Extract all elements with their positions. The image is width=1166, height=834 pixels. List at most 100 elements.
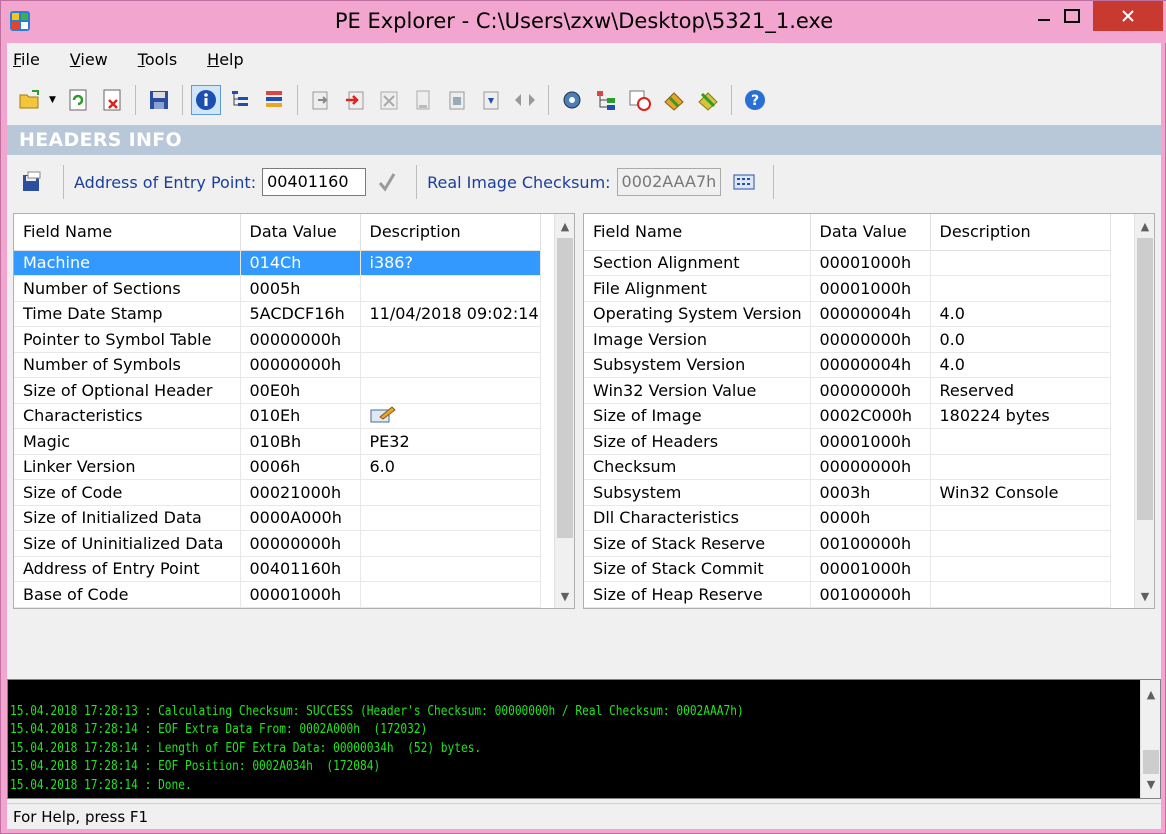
column-header-data-value[interactable]: Data Value — [240, 214, 361, 251]
description-cell[interactable] — [360, 403, 541, 429]
table-row[interactable]: Pointer to Symbol Table 00000000h — [14, 326, 541, 353]
table-row[interactable]: Magic 010Bh PE32 — [14, 428, 541, 455]
calculate-checksum-button[interactable] — [729, 167, 759, 197]
exports-button[interactable] — [306, 85, 336, 115]
table-row[interactable]: Size of Stack Reserve 00100000h — [584, 530, 1111, 557]
disassembler-button[interactable] — [476, 85, 506, 115]
table-row[interactable]: Size of Initialized Data 0000A000h — [14, 505, 541, 531]
table-row[interactable]: Machine 014Ch i386? — [14, 250, 541, 276]
dependency-icon — [449, 91, 465, 110]
toolbar-separator — [548, 85, 549, 115]
table-row[interactable]: Image Version 00000000h 0.0 — [584, 326, 1111, 353]
data-value-cell: 00000000h — [240, 352, 361, 378]
table-row[interactable]: Subsystem Version 00000004h 4.0 — [584, 352, 1111, 378]
log-panel[interactable]: 15.04.2018 17:28:13 : Calculating Checks… — [7, 679, 1161, 799]
save-button[interactable] — [144, 85, 174, 115]
entry-point-input[interactable]: 00401160 — [262, 168, 367, 196]
reload-button[interactable] — [63, 85, 93, 115]
time-date-button[interactable] — [625, 85, 655, 115]
table-row[interactable]: Dll Characteristics 0000h — [584, 505, 1111, 531]
file-header-grid[interactable]: Field Name Data Value Description Machin… — [13, 213, 575, 609]
table-row[interactable]: Number of Symbols 00000000h — [14, 352, 541, 378]
debug-button[interactable] — [408, 85, 438, 115]
scroll-down-icon[interactable]: ▼ — [1135, 586, 1154, 606]
data-value-cell: 00021000h — [240, 479, 361, 506]
menu-help[interactable]: Help — [207, 50, 243, 69]
resources-button[interactable] — [374, 85, 404, 115]
close-file-button[interactable] — [97, 85, 127, 115]
menu-tools[interactable]: Tools — [138, 50, 177, 69]
table-row[interactable]: File Alignment 00001000h — [584, 275, 1111, 302]
scroll-up-icon[interactable]: ▲ — [1135, 216, 1154, 236]
table-row[interactable]: Address of Entry Point 00401160h — [14, 556, 541, 582]
help-button[interactable]: ? — [740, 85, 770, 115]
client-area: File View Tools Help ▼ ? HEADERS INFO Ad… — [7, 43, 1161, 829]
table-row[interactable]: Size of Heap Reserve 00100000h — [584, 581, 1111, 608]
column-header-field-name[interactable]: Field Name — [584, 214, 811, 251]
scroll-up-icon[interactable]: ▲ — [555, 216, 574, 236]
plugin-button[interactable] — [659, 85, 689, 115]
table-row[interactable]: Checksum 00000000h — [584, 454, 1111, 480]
field-name-cell: Subsystem — [584, 479, 811, 506]
scroll-down-icon[interactable]: ▼ — [555, 586, 574, 606]
table-row[interactable]: Subsystem 0003h Win32 Console — [584, 479, 1111, 506]
close-icon — [1122, 10, 1134, 22]
apply-entry-point-button[interactable] — [372, 167, 402, 197]
save-headers-button[interactable] — [17, 167, 47, 197]
table-row[interactable]: Size of Uninitialized Data 00000000h — [14, 530, 541, 557]
info-icon — [196, 90, 216, 110]
column-header-data-value[interactable]: Data Value — [810, 214, 931, 251]
syntax-button[interactable] — [557, 85, 587, 115]
description-cell — [360, 530, 541, 557]
characteristics-edit-icon[interactable] — [370, 405, 396, 423]
data-value-cell: 00401160h — [240, 556, 361, 582]
field-name-cell: Size of Headers — [584, 428, 811, 455]
menu-file[interactable]: File — [13, 50, 40, 69]
imports-button[interactable] — [340, 85, 370, 115]
section-headers-button[interactable] — [259, 85, 289, 115]
table-row[interactable]: Size of Optional Header 00E0h — [14, 377, 541, 404]
plugin-manager-button[interactable] — [693, 85, 723, 115]
scroll-up-icon[interactable]: ▲ — [1141, 684, 1161, 704]
scroll-down-icon[interactable]: ▼ — [1141, 774, 1161, 794]
column-header-description[interactable]: Description — [930, 214, 1111, 251]
scroll-thumb[interactable] — [1137, 238, 1153, 520]
column-header-field-name[interactable]: Field Name — [14, 214, 241, 251]
table-row[interactable]: Base of Code 00001000h — [14, 581, 541, 608]
left-grid-scrollbar[interactable]: ▲ ▼ — [554, 214, 574, 608]
headers-info-button[interactable] — [191, 85, 221, 115]
table-row[interactable]: Section Alignment 00001000h — [584, 250, 1111, 276]
table-row[interactable]: Operating System Version 00000004h 4.0 — [584, 301, 1111, 327]
field-name-cell: Operating System Version — [584, 301, 811, 327]
description-cell — [360, 581, 541, 608]
log-scrollbar[interactable]: ▲ ▼ — [1140, 680, 1160, 798]
open-dropdown-icon[interactable]: ▼ — [49, 95, 59, 105]
table-row[interactable]: Size of Stack Commit 00001000h — [584, 556, 1111, 582]
field-name-cell: Dll Characteristics — [584, 505, 811, 531]
field-name-cell: Size of Code — [14, 479, 241, 506]
optional-header-grid[interactable]: Field Name Data Value Description Sectio… — [583, 213, 1155, 609]
quick-view-button[interactable] — [591, 85, 621, 115]
dependency-button[interactable] — [442, 85, 472, 115]
table-row[interactable]: Size of Code 00021000h — [14, 479, 541, 506]
table-row[interactable]: Size of Image 0002C000h 180224 bytes — [584, 403, 1111, 429]
maximize-button[interactable] — [1049, 1, 1095, 31]
table-row[interactable]: Linker Version 0006h 6.0 — [14, 454, 541, 480]
table-row[interactable]: Number of Sections 0005h — [14, 275, 541, 302]
title-bar[interactable]: PE Explorer - C:\Users\zxw\Desktop\5321_… — [1, 1, 1166, 43]
scroll-thumb[interactable] — [1143, 750, 1159, 774]
menu-view[interactable]: View — [70, 50, 108, 69]
field-name-cell: Section Alignment — [584, 250, 811, 276]
right-grid-scrollbar[interactable]: ▲ ▼ — [1134, 214, 1154, 608]
navigate-button[interactable] — [510, 85, 540, 115]
open-button[interactable] — [15, 85, 45, 115]
scroll-thumb[interactable] — [557, 238, 573, 538]
app-window: PE Explorer - C:\Users\zxw\Desktop\5321_… — [0, 0, 1166, 834]
table-row[interactable]: Time Date Stamp 5ACDCF16h 11/04/2018 09:02… — [14, 301, 541, 327]
column-header-description[interactable]: Description — [360, 214, 541, 251]
table-row[interactable]: Win32 Version Value 00000000h Reserved — [584, 377, 1111, 404]
data-directories-button[interactable] — [225, 85, 255, 115]
table-row[interactable]: Size of Headers 00001000h — [584, 428, 1111, 455]
close-button[interactable] — [1093, 1, 1163, 31]
table-row[interactable]: Characteristics 010Eh — [14, 403, 541, 429]
